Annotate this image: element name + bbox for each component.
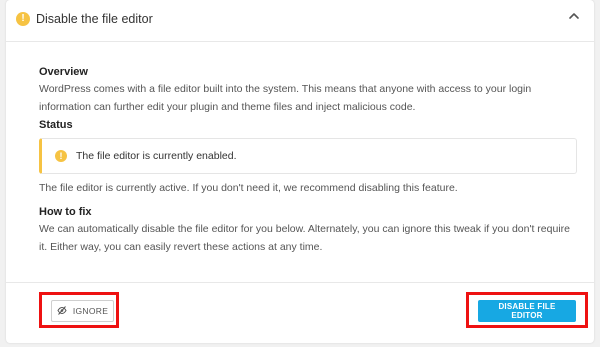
issue-header[interactable]: ! Disable the file editor xyxy=(6,0,594,42)
ignore-button[interactable]: IGNORE xyxy=(51,300,114,322)
chevron-up-icon[interactable] xyxy=(566,10,582,26)
overview-text: WordPress comes with a file editor built… xyxy=(39,83,532,113)
status-text: The file editor is currently active. If … xyxy=(39,182,458,194)
ignore-button-label: IGNORE xyxy=(72,306,109,316)
how-to-fix-heading: How to fix xyxy=(39,206,92,218)
eye-slash-icon xyxy=(57,305,67,317)
issue-panel: ! Disable the file editor Overview WordP… xyxy=(6,0,594,343)
warning-icon: ! xyxy=(55,150,67,162)
disable-file-editor-button[interactable]: DISABLE FILE EDITOR xyxy=(478,300,576,322)
warning-icon: ! xyxy=(16,12,30,26)
overview-heading: Overview xyxy=(39,66,88,78)
issue-title: Disable the file editor xyxy=(36,12,153,26)
status-notice: ! The file editor is currently enabled. xyxy=(39,138,577,174)
status-notice-text: The file editor is currently enabled. xyxy=(76,150,237,162)
status-heading: Status xyxy=(39,119,73,131)
how-to-fix-text: We can automatically disable the file ed… xyxy=(39,223,570,253)
